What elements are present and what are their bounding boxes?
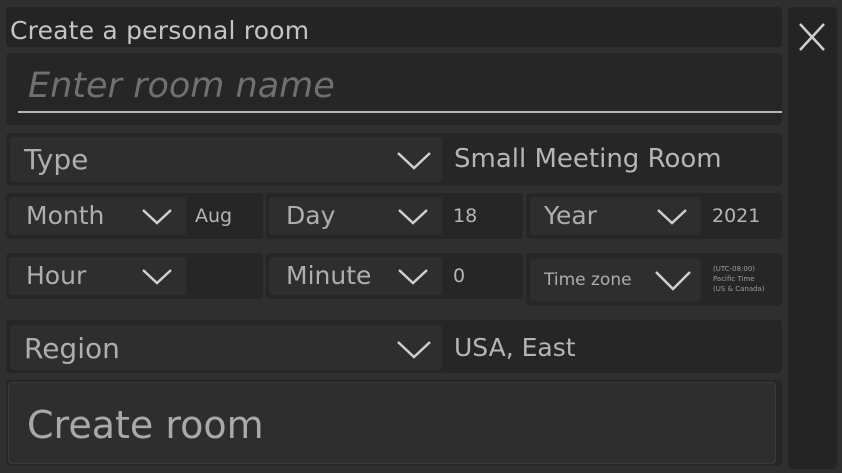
chevron-down-icon xyxy=(398,269,428,285)
minute-value: 0 xyxy=(453,265,466,287)
region-label: Region xyxy=(24,332,120,365)
chevron-down-icon xyxy=(398,209,428,225)
type-dropdown[interactable]: Type xyxy=(10,137,442,182)
minute-dropdown[interactable]: Minute xyxy=(269,257,442,295)
type-label: Type xyxy=(24,143,89,176)
hour-label: Hour xyxy=(26,261,87,290)
close-button[interactable] xyxy=(794,13,830,61)
chevron-down-icon xyxy=(397,152,431,170)
year-label: Year xyxy=(544,201,597,230)
minute-row: Minute 0 xyxy=(266,253,523,299)
minute-label: Minute xyxy=(286,261,372,290)
region-value: USA, East xyxy=(454,333,576,362)
create-room-button[interactable]: Create room xyxy=(8,382,776,464)
close-column xyxy=(788,7,837,469)
month-dropdown[interactable]: Month xyxy=(9,197,186,235)
dialog-title-bar: Create a personal room xyxy=(6,7,782,47)
timezone-value: (UTC-08:00) Pacific Time (US & Canada) xyxy=(713,265,765,293)
hour-dropdown[interactable]: Hour xyxy=(9,257,186,295)
chevron-down-icon xyxy=(655,271,691,291)
chevron-down-icon xyxy=(657,209,687,225)
room-name-panel xyxy=(6,53,782,125)
dialog-title: Create a personal room xyxy=(10,16,310,45)
month-value: Aug xyxy=(195,205,233,227)
timezone-label: Time zone xyxy=(544,270,632,290)
day-label: Day xyxy=(286,201,336,230)
chevron-down-icon xyxy=(397,341,431,359)
close-icon xyxy=(799,23,825,51)
month-row: Month Aug xyxy=(6,193,263,239)
year-row: Year 2021 xyxy=(526,193,782,239)
region-dropdown[interactable]: Region xyxy=(10,325,442,370)
chevron-down-icon xyxy=(142,269,172,285)
year-dropdown[interactable]: Year xyxy=(530,197,701,235)
region-row: Region USA, East xyxy=(6,320,782,373)
create-room-label: Create room xyxy=(27,403,264,447)
day-value: 18 xyxy=(453,205,478,227)
day-dropdown[interactable]: Day xyxy=(269,197,442,235)
hour-row: Hour xyxy=(6,253,263,299)
type-row: Type Small Meeting Room xyxy=(6,133,782,186)
room-name-input[interactable] xyxy=(18,61,782,113)
type-value: Small Meeting Room xyxy=(454,144,722,174)
timezone-dropdown[interactable]: Time zone xyxy=(530,259,701,301)
create-room-panel: Create room xyxy=(6,380,782,466)
chevron-down-icon xyxy=(142,209,172,225)
timezone-row: Time zone (UTC-08:00) Pacific Time (US &… xyxy=(526,253,782,306)
month-label: Month xyxy=(26,201,105,230)
year-value: 2021 xyxy=(712,205,761,227)
day-row: Day 18 xyxy=(266,193,523,239)
